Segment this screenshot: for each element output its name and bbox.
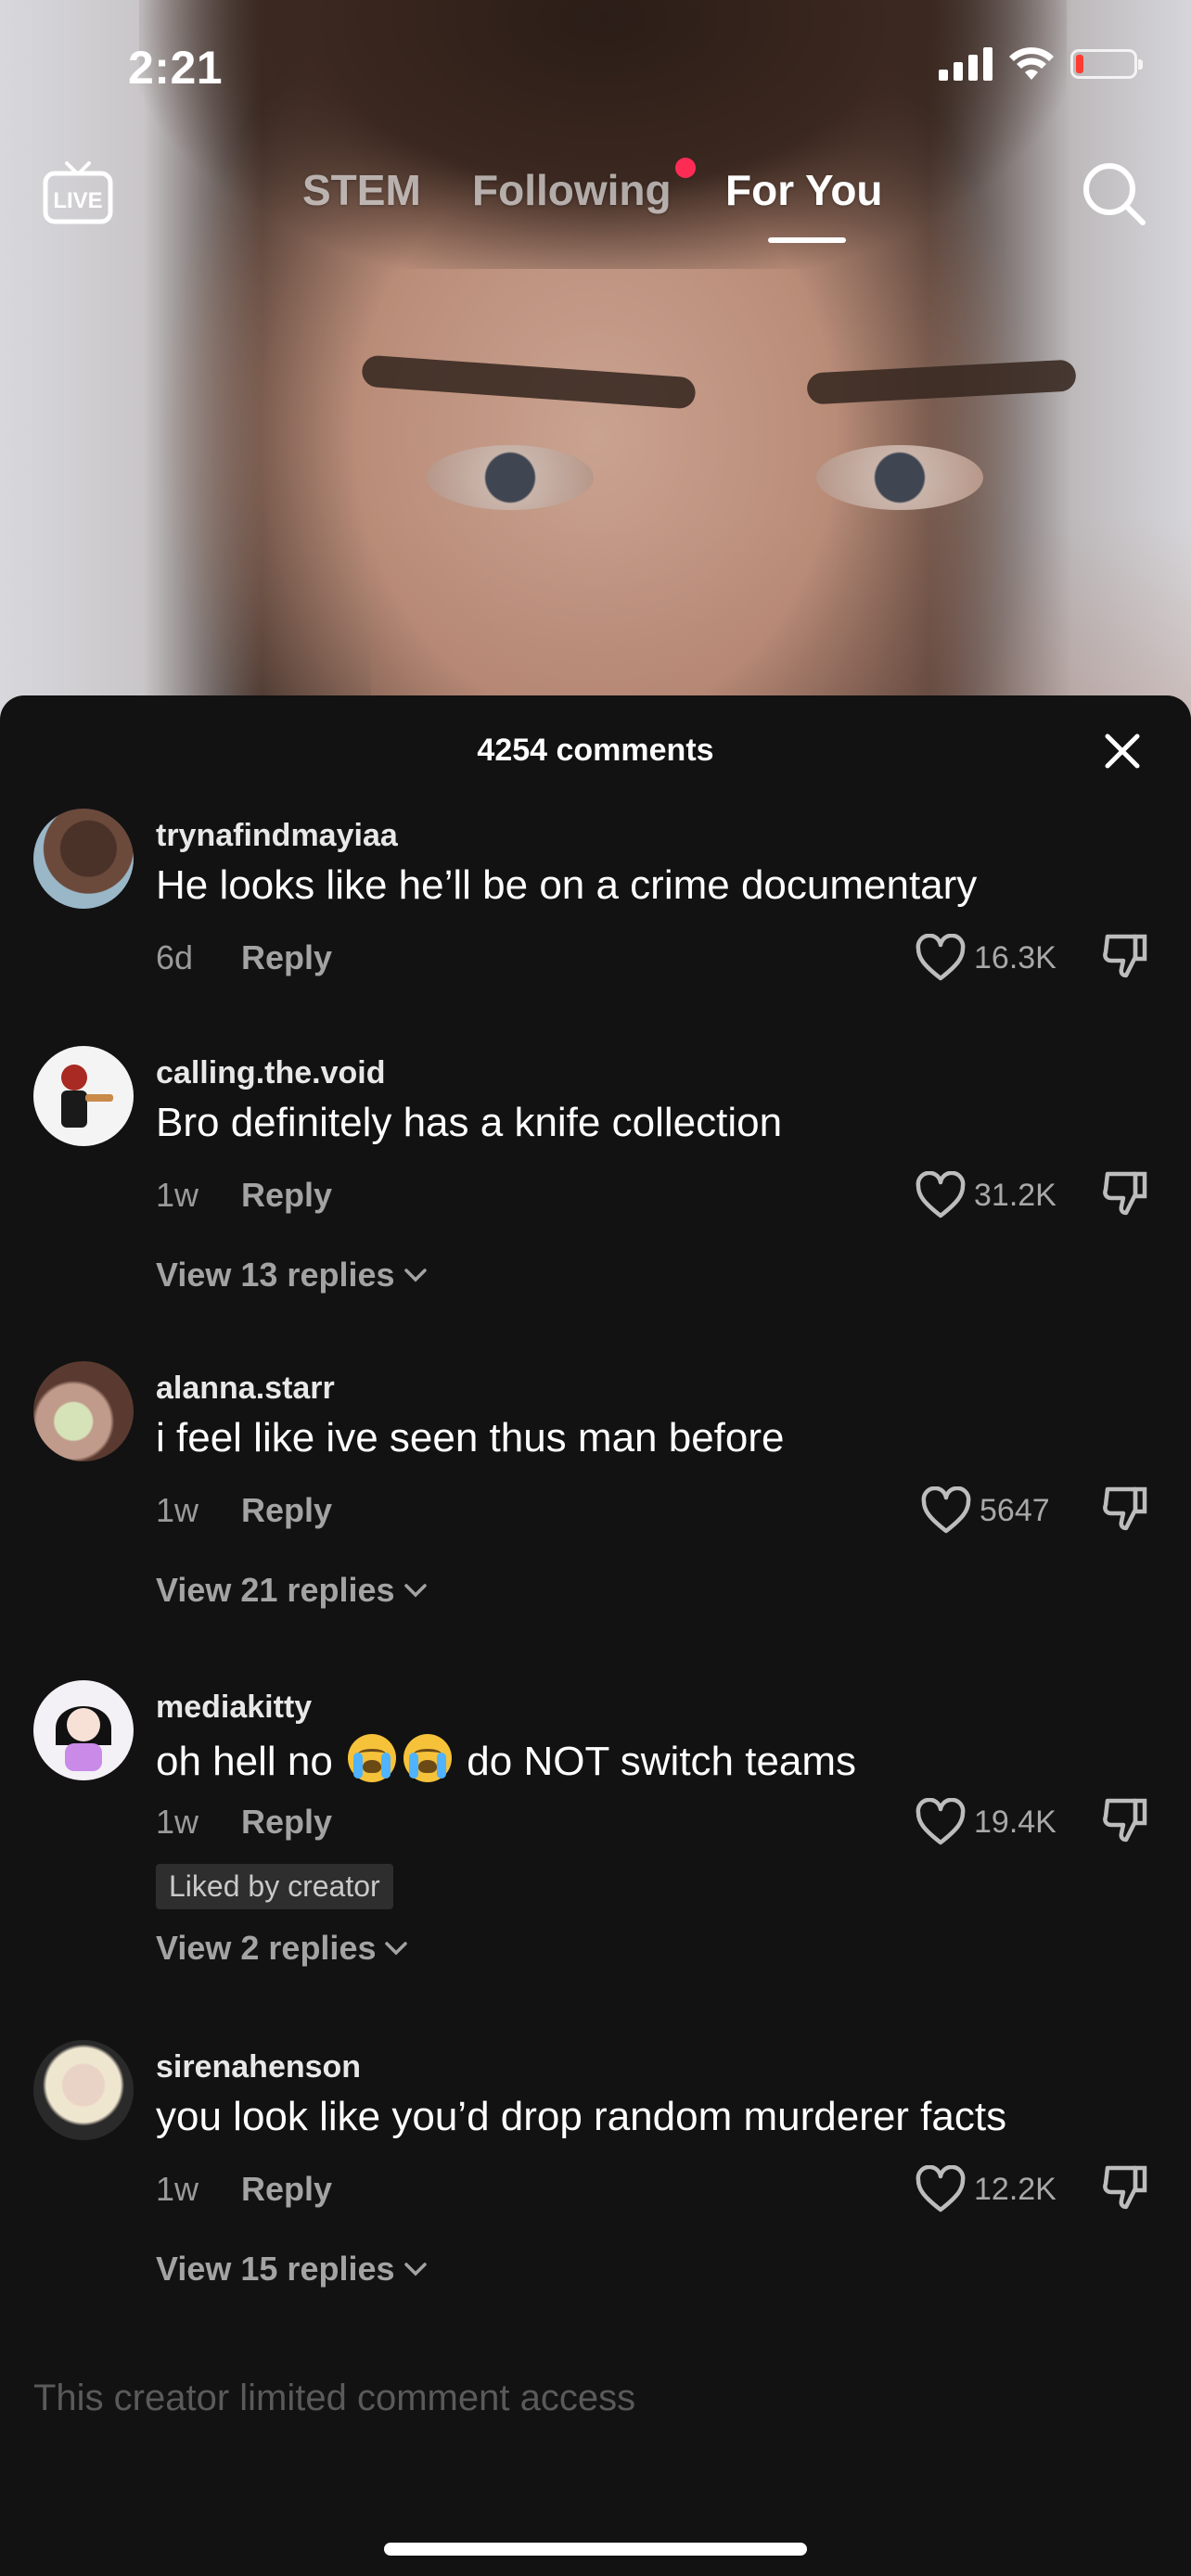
- view-replies-label: View 15 replies: [156, 2250, 395, 2288]
- view-replies-button[interactable]: View 21 replies: [156, 1571, 429, 1610]
- tab-stem[interactable]: STEM: [302, 165, 421, 215]
- avatar[interactable]: [33, 1680, 134, 1780]
- comment-meta: 1w Reply: [156, 2170, 332, 2209]
- heart-icon: [916, 1171, 966, 1218]
- comment-text: i feel like ive seen thus man before: [156, 1415, 785, 1460]
- like-count: 12.2K: [974, 2171, 1057, 2207]
- comment-meta: 1w Reply: [156, 1176, 332, 1215]
- like-button[interactable]: 5647: [920, 1486, 1050, 1535]
- view-replies-label: View 13 replies: [156, 1256, 395, 1294]
- battery-icon: [1070, 49, 1143, 79]
- comment-time: 1w: [156, 2170, 199, 2208]
- comment-time: 1w: [156, 1176, 199, 1214]
- comment-username[interactable]: alanna.starr: [156, 1371, 335, 1407]
- comment-time: 6d: [156, 938, 194, 976]
- chevron-down-icon: [385, 1942, 408, 1956]
- dislike-icon[interactable]: [1098, 929, 1150, 981]
- like-button[interactable]: 19.4K: [915, 1798, 1057, 1846]
- dislike-icon[interactable]: [1098, 1482, 1150, 1534]
- following-notification-dot: [675, 158, 696, 178]
- dislike-icon[interactable]: [1098, 1167, 1150, 1218]
- video-frame-brow-right: [806, 359, 1077, 405]
- chevron-down-icon: [403, 1584, 427, 1598]
- loudly-crying-face-icon: [403, 1734, 453, 1782]
- feed-tabs: STEM Following For You: [0, 165, 1191, 239]
- dislike-icon[interactable]: [1098, 2161, 1150, 2213]
- avatar-illustration: [61, 1065, 113, 1128]
- reply-button[interactable]: Reply: [241, 1176, 332, 1215]
- comment-text-after: do NOT switch teams: [467, 1739, 857, 1784]
- like-count: 16.3K: [974, 939, 1057, 976]
- chevron-down-icon: [403, 1269, 427, 1282]
- reply-button[interactable]: Reply: [241, 1491, 332, 1530]
- avatar[interactable]: [33, 1361, 134, 1461]
- avatar[interactable]: [33, 809, 134, 909]
- like-button[interactable]: 12.2K: [915, 2165, 1057, 2213]
- comment-text: He looks like he’ll be on a crime docume…: [156, 862, 978, 908]
- chevron-down-icon: [403, 2263, 427, 2276]
- status-icons: [939, 46, 1143, 82]
- tab-following[interactable]: Following: [472, 165, 672, 215]
- comment-meta: 6d Reply: [156, 938, 332, 977]
- comment-text: you look like you’d drop random murderer…: [156, 2094, 1007, 2139]
- like-button[interactable]: 16.3K: [915, 934, 1057, 982]
- comment-time: 1w: [156, 1491, 199, 1529]
- reply-button[interactable]: Reply: [241, 938, 332, 977]
- active-tab-indicator: [768, 237, 846, 243]
- tab-for-you[interactable]: For You: [725, 165, 883, 215]
- comment-text: Bro definitely has a knife collection: [156, 1100, 783, 1145]
- reply-button[interactable]: Reply: [241, 2170, 332, 2209]
- limited-comment-access-notice: This creator limited comment access: [33, 2378, 636, 2418]
- view-replies-label: View 2 replies: [156, 1929, 377, 1967]
- comment-username[interactable]: calling.the.void: [156, 1055, 385, 1091]
- like-button[interactable]: 31.2K: [915, 1171, 1057, 1219]
- dislike-icon[interactable]: [1098, 1793, 1150, 1845]
- heart-icon: [916, 1798, 966, 1845]
- comment-username[interactable]: mediakitty: [156, 1690, 312, 1726]
- comment-text-before: oh hell no: [156, 1739, 333, 1784]
- avatar-illustration: [56, 1706, 111, 1771]
- view-replies-label: View 21 replies: [156, 1571, 395, 1609]
- view-replies-button[interactable]: View 13 replies: [156, 1256, 429, 1294]
- video-frame-eye-left: [427, 445, 594, 510]
- wifi-icon: [1009, 47, 1054, 80]
- heart-icon: [921, 1486, 971, 1534]
- video-player[interactable]: [0, 0, 1191, 742]
- cellular-signal-icon: [939, 47, 992, 81]
- comment-text: oh hell no do NOT switch teams: [156, 1734, 856, 1785]
- avatar[interactable]: [33, 1046, 134, 1146]
- like-count: 19.4K: [974, 1804, 1057, 1840]
- comment-username[interactable]: trynafindmayiaa: [156, 818, 398, 854]
- heart-icon: [916, 934, 966, 981]
- comment-meta: 1w Reply: [156, 1491, 332, 1530]
- comment-username[interactable]: sirenahenson: [156, 2049, 361, 2085]
- view-replies-button[interactable]: View 2 replies: [156, 1929, 409, 1968]
- comment-meta: 1w Reply: [156, 1803, 332, 1842]
- like-count: 31.2K: [974, 1177, 1057, 1213]
- liked-by-creator-badge: Liked by creator: [156, 1864, 393, 1909]
- view-replies-button[interactable]: View 15 replies: [156, 2250, 429, 2289]
- close-icon[interactable]: [1102, 731, 1143, 772]
- comments-count-title: 4254 comments: [477, 733, 714, 768]
- home-indicator[interactable]: [384, 2543, 807, 2556]
- video-frame-brow-left: [361, 354, 697, 410]
- heart-icon: [916, 2165, 966, 2213]
- avatar[interactable]: [33, 2040, 134, 2140]
- video-frame-eye-right: [816, 445, 983, 510]
- reply-button[interactable]: Reply: [241, 1803, 332, 1842]
- like-count: 5647: [980, 1492, 1050, 1528]
- loudly-crying-face-icon: [348, 1734, 397, 1782]
- search-icon[interactable]: [1078, 158, 1148, 228]
- status-time: 2:21: [128, 42, 224, 94]
- comments-sheet: 4254 comments trynafindmayiaa He looks l…: [0, 695, 1191, 2576]
- comment-time: 1w: [156, 1803, 199, 1841]
